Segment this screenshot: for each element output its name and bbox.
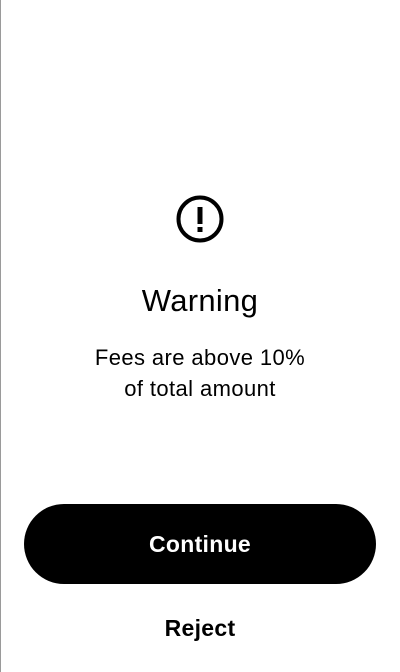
exclamation-circle-icon xyxy=(176,195,224,243)
warning-message: Fees are above 10% of total amount xyxy=(94,345,306,401)
warning-title: Warning xyxy=(141,283,259,318)
reject-button[interactable]: Reject xyxy=(100,608,300,648)
warning-screen: Warning Fees are above 10% of total amou… xyxy=(0,0,400,672)
continue-button[interactable]: Continue xyxy=(24,504,376,584)
